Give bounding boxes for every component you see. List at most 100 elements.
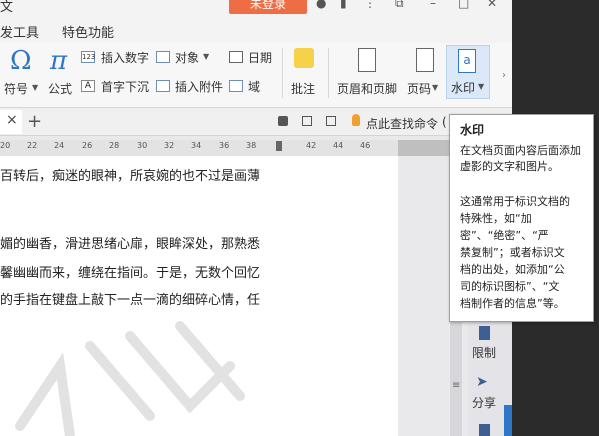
tooltip-line: 禁复制”；或者标识文 <box>460 246 565 259</box>
header-footer-icon <box>358 48 376 72</box>
watermark-graphic <box>15 321 245 436</box>
attachment-icon <box>156 80 170 92</box>
ruler-margin <box>398 140 450 156</box>
layout-icon[interactable] <box>326 116 336 126</box>
insert-attachment-label: 插入附件 <box>175 80 224 94</box>
window-title: 文 <box>0 0 14 15</box>
dropdown-arrow-icon: ▼ <box>432 83 439 92</box>
menu-tab-special-features[interactable]: 特色功能 <box>62 22 114 41</box>
dropdown-arrow-icon: ▼ <box>32 83 39 92</box>
field-button[interactable]: 域 <box>229 78 265 94</box>
calendar-icon <box>229 51 243 63</box>
minimize-icon[interactable]: – <box>430 0 436 10</box>
comment-button[interactable]: 批注 <box>288 46 322 98</box>
dropdown-arrow-icon: ▼ <box>203 52 210 61</box>
formula-label: 公式 <box>48 82 73 96</box>
command-search-paren: ( <box>442 115 447 129</box>
ribbon-separator <box>282 48 283 98</box>
ribbon-scroll-right-icon[interactable]: › <box>502 70 506 81</box>
menu-tab-dev-tools[interactable]: 发工具 <box>0 22 39 41</box>
share-button[interactable]: ➤ 分享 <box>468 374 504 414</box>
page-number-label: 页码 <box>407 82 432 96</box>
ruler-tick: 26 <box>82 141 93 150</box>
more-icon[interactable]: ⋮ <box>364 0 376 10</box>
ruler-tick: 44 <box>333 141 344 150</box>
tooltip-line: 档制作者的信息”等。 <box>460 297 565 310</box>
date-button[interactable]: 日期 <box>229 49 277 65</box>
ruler-indent-marker-icon[interactable] <box>276 141 282 151</box>
close-tab-icon[interactable]: × <box>6 112 18 128</box>
revise-icon[interactable] <box>302 116 312 126</box>
tooltip-line: 档的出处，如添加“公 <box>460 263 565 276</box>
ruler-tick: 22 <box>27 141 38 150</box>
date-label: 日期 <box>248 51 273 65</box>
tooltip-title: 水印 <box>460 123 485 137</box>
pane-accent-bar <box>504 405 512 436</box>
ruler-tick: 34 <box>191 141 202 150</box>
document-page[interactable]: 百转后，痴迷的眼神，所哀婉的也不过是画薄 媚的幽香，滑进思绪心扉，眼眸深处，那熟… <box>0 156 398 436</box>
pi-icon: π <box>50 46 68 76</box>
document-line: 馨幽幽而来，缠绕在指间。于是，无数个回忆 <box>0 266 261 281</box>
new-tab-icon[interactable]: + <box>27 111 42 132</box>
ruler-tick: 30 <box>137 141 148 150</box>
drop-cap-icon: A <box>81 80 95 92</box>
document-icon[interactable] <box>479 424 490 436</box>
ruler-tick: 28 <box>109 141 120 150</box>
object-icon <box>156 51 170 63</box>
ruler-tick: 24 <box>54 141 65 150</box>
tooltip-line: 司的标识图标”、“文 <box>460 280 560 293</box>
tooltip-line: 特殊性，如“加 <box>460 212 532 225</box>
restrict-button[interactable]: 限制 <box>468 324 504 364</box>
ruler-tick: 42 <box>306 141 317 150</box>
field-icon <box>229 80 243 92</box>
object-label: 对象 <box>175 51 200 65</box>
tooltip-description: 在文档页面内容后面添加虚影的文字和图片。 <box>460 144 581 173</box>
ruler-tick: 20 <box>0 141 11 150</box>
symbol-label: 符号 <box>4 82 29 96</box>
restrict-label: 限制 <box>472 346 497 360</box>
insert-attachment-button[interactable]: 插入附件 <box>156 78 226 94</box>
field-label: 域 <box>248 80 261 94</box>
maximize-icon[interactable]: □ <box>458 0 469 10</box>
document-line: 媚的幽香，滑进思绪心扉，眼眸深处，那熟悉 <box>0 237 261 252</box>
ruler-tick: 46 <box>360 141 371 150</box>
page-number-button[interactable]: 页码 ▼ <box>404 46 444 98</box>
drop-cap-button[interactable]: A 首字下沉 <box>81 78 153 94</box>
document-line: 百转后，痴迷的眼神，所哀婉的也不过是画薄 <box>0 169 261 184</box>
help-icon[interactable]: ● <box>316 0 326 10</box>
share-label: 分享 <box>472 396 497 410</box>
command-search-label[interactable]: 点此查找命令 <box>366 115 438 132</box>
header-footer-label: 页眉和页脚 <box>337 82 398 96</box>
dropdown-arrow-icon: ▼ <box>478 82 485 91</box>
ribbon-separator <box>328 48 329 98</box>
comment-icon <box>294 48 314 68</box>
watermark-tooltip: 水印 在文档页面内容后面添加虚影的文字和图片。 这通常用于标识文档的 特殊性，如… <box>449 114 594 322</box>
lightbulb-icon <box>352 114 360 126</box>
send-icon: ➤ <box>476 374 488 390</box>
formula-button[interactable]: π 公式 <box>47 46 77 96</box>
watermark-icon: a <box>458 49 476 73</box>
watermark-button[interactable]: a 水印 ▼ <box>446 45 490 99</box>
tooltip-line: 这通常用于标识文档的 <box>460 195 570 208</box>
page-number-icon <box>416 48 434 72</box>
comment-label: 批注 <box>291 82 316 96</box>
symbol-button[interactable]: Ω 符号 ▼ <box>4 46 44 96</box>
object-button[interactable]: 对象 ▼ <box>156 49 212 65</box>
skin-icon[interactable]: ▮ <box>340 0 347 10</box>
number-icon: 123 <box>81 51 96 63</box>
insert-number-label: 插入数字 <box>101 51 150 65</box>
scroll-grip-icon[interactable]: ≡ <box>452 380 460 391</box>
view-mode-icon[interactable] <box>278 116 288 126</box>
restore-window-icon[interactable]: ⧉ <box>395 0 404 10</box>
header-footer-button[interactable]: 页眉和页脚 <box>334 46 400 98</box>
insert-number-button[interactable]: 123 插入数字 <box>81 49 153 65</box>
tooltip-line: 密”、“绝密”、“严 <box>460 229 549 242</box>
drop-cap-label: 首字下沉 <box>101 80 150 94</box>
omega-icon: Ω <box>10 46 32 76</box>
document-tab[interactable]: × <box>0 110 22 134</box>
ruler-tick: 32 <box>164 141 175 150</box>
close-window-icon[interactable]: ✕ <box>487 0 497 10</box>
login-button[interactable]: 未登录 <box>229 0 307 14</box>
watermark-label: 水印 <box>451 81 476 95</box>
ruler-tick: 38 <box>246 141 257 150</box>
